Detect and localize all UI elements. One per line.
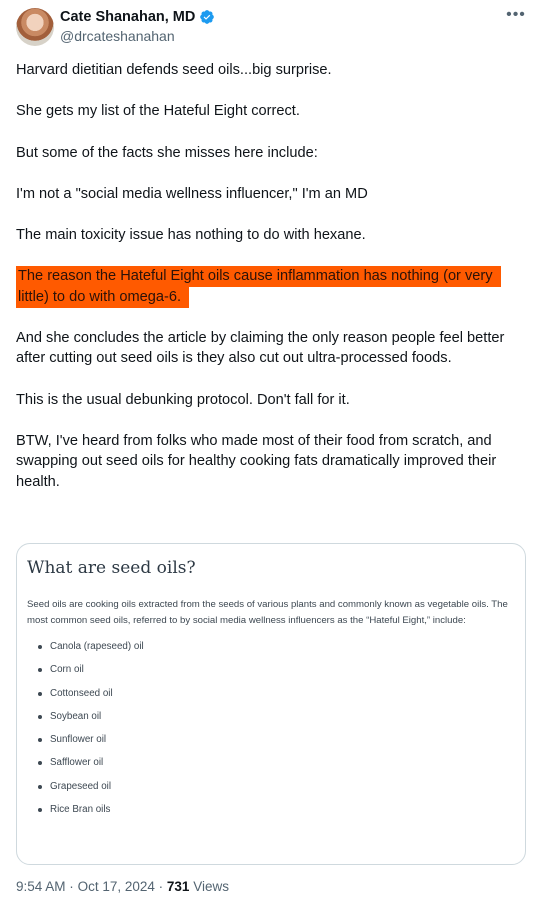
tweet-paragraph: But some of the facts she misses here in…: [16, 144, 318, 161]
list-item: Cottonseed oil: [27, 688, 515, 711]
views-label: Views: [193, 879, 229, 894]
bullet-icon: [38, 761, 42, 766]
tweet-paragraph: And she concludes the article by claimin…: [16, 330, 505, 367]
list-item-label: Rice Bran oils: [50, 804, 111, 816]
tweet-paragraph-highlighted: The reason the Hateful Eight oils cause …: [16, 266, 516, 308]
card-content: What are seed oils? Seed oils are cookin…: [27, 558, 515, 827]
list-item: Grapeseed oil: [27, 781, 515, 804]
bullet-icon: [38, 784, 42, 789]
tweet-meta: 9:54 AM · Oct 17, 2024 · 731 Views: [16, 879, 229, 894]
avatar[interactable]: [16, 8, 54, 46]
list-item: Corn oil: [27, 664, 515, 687]
bullet-icon: [38, 645, 42, 649]
tweet-time[interactable]: 9:54 AM: [16, 879, 66, 894]
list-item-label: Safflower oil: [50, 757, 104, 769]
list-item: Safflower oil: [27, 757, 515, 780]
tweet-paragraph: Harvard dietitian defends seed oils...bi…: [16, 62, 332, 78]
list-item: Sunflower oil: [27, 734, 515, 757]
list-item: Rice Bran oils: [27, 804, 515, 827]
bullet-icon: [38, 714, 42, 719]
tweet-paragraph: I'm not a "social media wellness influen…: [16, 185, 368, 202]
views-count[interactable]: 731: [167, 879, 190, 894]
bullet-icon: [38, 668, 42, 673]
more-options-icon[interactable]: •••: [505, 6, 527, 24]
list-item: Canola (rapeseed) oil: [27, 641, 515, 664]
tweet-paragraph: She gets my list of the Hateful Eight co…: [16, 103, 300, 120]
list-item-label: Soybean oil: [50, 710, 102, 722]
bullet-icon: [38, 691, 42, 696]
tweet-date[interactable]: Oct 17, 2024: [78, 879, 155, 894]
meta-separator: ·: [158, 879, 164, 894]
card-title: What are seed oils?: [27, 558, 196, 578]
list-item-label: Corn oil: [50, 664, 84, 676]
card-intro: Seed oils are cooking oils extracted fro…: [27, 599, 508, 626]
list-item: Soybean oil: [27, 711, 515, 734]
list-item-label: Canola (rapeseed) oil: [50, 641, 144, 652]
author-display-name[interactable]: Cate Shanahan, MD: [60, 9, 195, 25]
seed-oil-list: Canola (rapeseed) oil Corn oil Cottonsee…: [27, 641, 515, 827]
list-item-label: Sunflower oil: [50, 734, 107, 746]
bullet-icon: [38, 738, 42, 743]
author-name-row: Cate Shanahan, MD: [60, 9, 215, 25]
highlight-mark: The reason the Hateful Eight oils cause …: [16, 266, 501, 308]
author-handle[interactable]: @drcateshanahan: [60, 28, 175, 44]
list-item-label: Grapeseed oil: [50, 780, 111, 792]
bullet-icon: [38, 808, 42, 813]
tweet-text: Harvard dietitian defends seed oils...bi…: [16, 60, 516, 513]
meta-separator: ·: [69, 879, 74, 894]
verified-badge-icon[interactable]: [199, 9, 215, 25]
tweet-paragraph: BTW, I've heard from folks who made most…: [16, 432, 497, 490]
tweet-paragraph: The main toxicity issue has nothing to d…: [16, 227, 366, 244]
attached-image-card[interactable]: What are seed oils? Seed oils are cookin…: [16, 543, 526, 865]
list-item-label: Cottonseed oil: [50, 687, 113, 699]
tweet-paragraph: This is the usual debunking protocol. Do…: [16, 391, 350, 408]
